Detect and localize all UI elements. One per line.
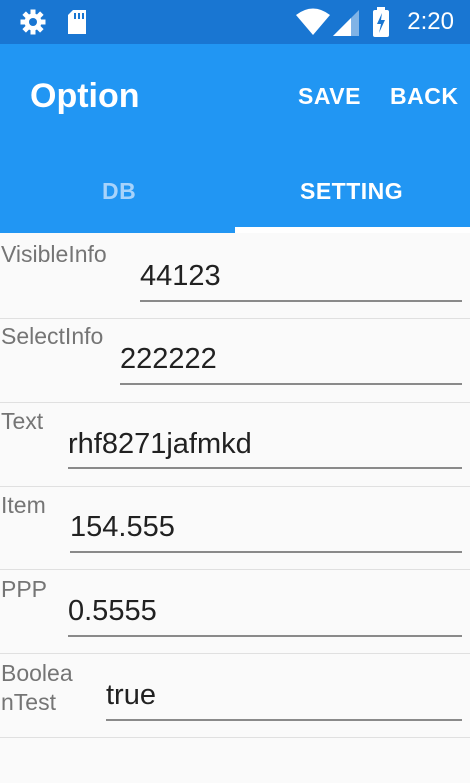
tab-setting[interactable]: SETTING [300,178,403,205]
status-bar: 2:20 [0,0,470,44]
page-title: Option [30,77,140,115]
field-label: SelectInfo [1,323,104,349]
field-row-text: Text rhf8271jafmkd [0,403,470,487]
field-label: Text [1,408,44,434]
input-underline [68,467,462,469]
field-label: VisibleInfo [1,241,107,267]
input-underline [140,300,462,302]
booleantest-input[interactable]: true [106,679,156,712]
input-underline [70,551,462,553]
visibleinfo-input[interactable]: 44123 [140,260,221,293]
wifi-icon [296,8,330,41]
input-underline [120,383,462,385]
field-row-booleantest: BooleanTest true [0,654,470,738]
field-row-selectinfo: SelectInfo 222222 [0,319,470,403]
sd-card-icon [66,9,88,40]
gear-icon [20,9,46,40]
input-underline [68,635,462,637]
selectinfo-input[interactable]: 222222 [120,343,217,376]
ppp-input[interactable]: 0.5555 [68,595,157,628]
status-time: 2:20 [407,8,454,35]
app-bar: Option SAVE BACK DB SETTING [0,44,470,233]
item-input[interactable]: 154.555 [70,511,175,544]
signal-icon [333,10,359,41]
battery-charging-icon [372,7,390,42]
field-row-ppp: PPP 0.5555 [0,570,470,654]
field-label: BooleanTest [1,660,73,715]
field-label: Item [1,492,46,518]
field-label: PPP [1,576,48,602]
input-underline [106,719,462,721]
field-row-item: Item 154.555 [0,487,470,570]
tab-db[interactable]: DB [102,178,136,205]
field-row-visibleinfo: VisibleInfo 44123 [0,233,470,319]
text-input[interactable]: rhf8271jafmkd [68,428,252,461]
back-button[interactable]: BACK [390,83,458,110]
save-button[interactable]: SAVE [298,83,361,110]
